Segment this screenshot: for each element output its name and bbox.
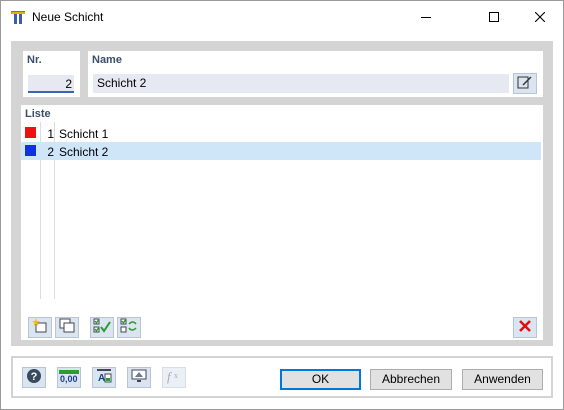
maximize-icon — [489, 11, 499, 22]
minimize-button[interactable] — [403, 1, 449, 32]
function-icon: f x — [165, 368, 183, 387]
list-label: Liste — [25, 108, 51, 120]
color-swatch — [25, 145, 36, 156]
check-all-button[interactable] — [90, 317, 114, 338]
help-icon: ? — [26, 368, 42, 387]
name-field[interactable]: Schicht 2 — [93, 74, 509, 93]
name-label: Name — [92, 54, 122, 66]
layer-list[interactable]: 1 Schicht 1 2 Schicht 2 — [21, 122, 543, 299]
view-icon — [131, 368, 147, 387]
new-item-button[interactable] — [28, 317, 52, 338]
svg-text:f: f — [167, 369, 173, 384]
list-item-number: 2 — [47, 145, 54, 159]
check-invert-icon — [120, 318, 138, 337]
layer-app-icon — [10, 9, 26, 25]
list-item-selected[interactable]: 2 Schicht 2 — [21, 142, 541, 160]
apply-button[interactable]: Anwenden — [462, 369, 543, 390]
footer-bar: ? 0,00 A f x OK Abbrechen Anwenden — [13, 358, 551, 396]
number-label: Nr. — [27, 54, 42, 66]
check-invert-button[interactable] — [117, 317, 141, 338]
title-bar[interactable]: Neue Schicht — [1, 1, 563, 32]
list-item-name: Schicht 2 — [59, 145, 109, 159]
function-button[interactable]: f x — [162, 367, 186, 388]
number-field[interactable]: 2 — [28, 75, 74, 93]
ok-button[interactable]: OK — [280, 369, 361, 390]
list-item-number: 1 — [47, 127, 54, 141]
dialog-footer: ? 0,00 A f x OK Abbrechen Anwenden — [11, 356, 553, 398]
text-format-button[interactable]: A — [92, 367, 116, 388]
list-item-name: Schicht 1 — [59, 127, 109, 141]
cancel-button[interactable]: Abbrechen — [370, 369, 452, 390]
name-panel: Name Schicht 2 — [88, 51, 543, 97]
svg-text:x: x — [174, 371, 178, 380]
edit-icon — [517, 75, 533, 92]
new-item-icon — [32, 318, 48, 337]
close-button[interactable] — [517, 1, 563, 32]
units-button[interactable]: 0,00 — [57, 367, 81, 388]
close-icon — [535, 11, 545, 22]
delete-icon — [518, 319, 532, 336]
list-panel: Liste 1 Schicht 1 2 Schicht 2 — [21, 105, 543, 340]
units-icon: 0,00 — [59, 369, 79, 386]
check-all-icon — [93, 318, 111, 337]
dialog-window: Neue Schicht Nr. 2 Name Schicht 2 Liste … — [0, 0, 564, 410]
view-button[interactable] — [127, 367, 151, 388]
edit-name-button[interactable] — [513, 73, 537, 94]
window-title: Neue Schicht — [32, 10, 104, 24]
color-swatch — [25, 127, 36, 138]
number-panel: Nr. 2 — [23, 51, 80, 97]
maximize-button[interactable] — [471, 1, 517, 32]
svg-text:?: ? — [31, 371, 38, 383]
copy-item-button[interactable] — [55, 317, 79, 338]
delete-button[interactable] — [513, 317, 537, 338]
svg-text:A: A — [98, 373, 105, 384]
minimize-icon — [421, 12, 431, 22]
copy-item-icon — [59, 318, 75, 337]
help-button[interactable]: ? — [22, 367, 46, 388]
dialog-content: Nr. 2 Name Schicht 2 Liste 1 Schicht 1 2… — [11, 41, 553, 346]
list-item[interactable]: 1 Schicht 1 — [21, 124, 541, 142]
units-icon-text: 0,00 — [60, 373, 78, 384]
text-format-icon: A — [96, 368, 112, 387]
